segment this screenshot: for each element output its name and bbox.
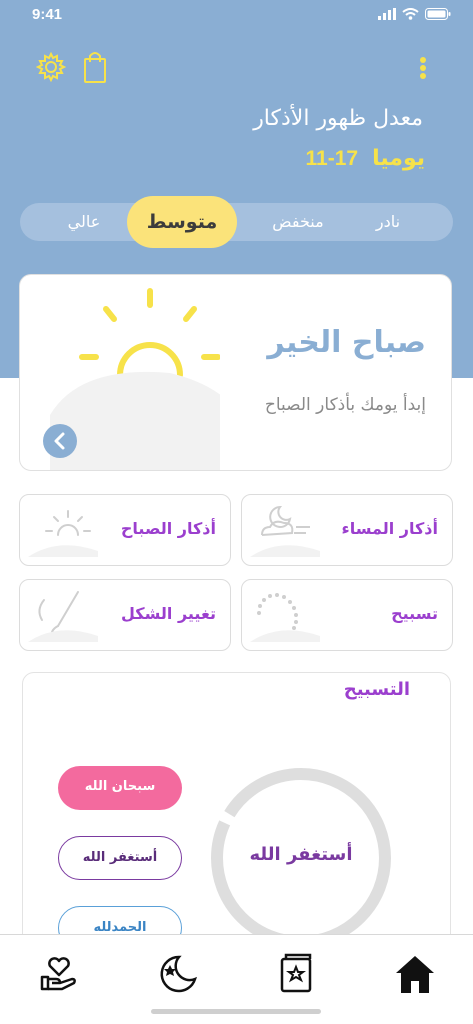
night-cloud-icon (250, 505, 320, 557)
home-indicator (151, 1009, 321, 1014)
book-star-icon (280, 953, 312, 993)
home-icon (396, 956, 434, 993)
gear-icon (35, 51, 67, 83)
status-time: 9:41 (32, 6, 63, 23)
status-icons (378, 8, 451, 20)
frequency-title: معدل ظهور الأذكار (253, 106, 423, 131)
card-change-theme[interactable]: تغيير الشكل (19, 579, 231, 651)
frequency-option-rare[interactable]: نادر (345, 203, 431, 241)
dhikr-subhanallah-button[interactable]: سبحان الله (58, 766, 182, 810)
nav-item-book[interactable] (276, 953, 318, 995)
card-label: أذكار الصباح (120, 519, 216, 538)
hero-title: صباح الخير (267, 325, 426, 360)
card-tasbih[interactable]: تسبيح (241, 579, 453, 651)
battery-icon (425, 8, 451, 20)
sun-icon (28, 510, 98, 557)
moon-star-icon (160, 955, 197, 993)
card-evening-adhkar[interactable]: أذكار المساء (241, 494, 453, 566)
frequency-option-high[interactable]: عالي (42, 203, 126, 241)
tasbih-title: التسبيح (343, 679, 410, 700)
hero-subtitle: إبدأ يومك بأذكار الصباح (264, 395, 426, 415)
daily-label: يوميا (372, 146, 425, 171)
store-button[interactable] (83, 50, 107, 88)
card-label: أذكار المساء (341, 519, 438, 538)
brush-icon (28, 591, 98, 642)
card-morning-adhkar[interactable]: أذكار الصباح (19, 494, 231, 566)
heart-hand-icon (40, 957, 76, 991)
more-vertical-icon (420, 57, 426, 79)
frequency-option-medium-selected[interactable]: متوسط (127, 196, 237, 248)
nav-item-home[interactable] (394, 953, 436, 995)
wifi-icon (402, 8, 419, 20)
more-options-button[interactable] (418, 56, 428, 86)
chevron-left-icon (54, 432, 65, 450)
card-label: تسبيح (391, 604, 438, 623)
tasbih-counter[interactable]: أستغفر الله (204, 756, 398, 960)
nav-item-night[interactable] (157, 953, 199, 995)
morning-hero-card[interactable]: صباح الخير إبدأ يومك بأذكار الصباح (19, 274, 452, 471)
dhikr-astaghfirullah-button[interactable]: أستغفر الله (58, 836, 182, 880)
frequency-option-low[interactable]: منخفض (250, 203, 346, 241)
daily-range: 11-17 (305, 147, 359, 170)
prayer-beads-icon (250, 593, 320, 642)
card-label: تغيير الشكل (121, 604, 216, 623)
settings-button[interactable] (35, 51, 67, 86)
counter-text: أستغفر الله (249, 844, 353, 865)
hero-next-button[interactable] (43, 424, 77, 458)
daily-rate: يوميا 11-17 (306, 146, 425, 171)
shopping-bag-icon (84, 52, 106, 83)
signal-icon (378, 8, 396, 20)
nav-item-charity[interactable] (38, 953, 80, 995)
